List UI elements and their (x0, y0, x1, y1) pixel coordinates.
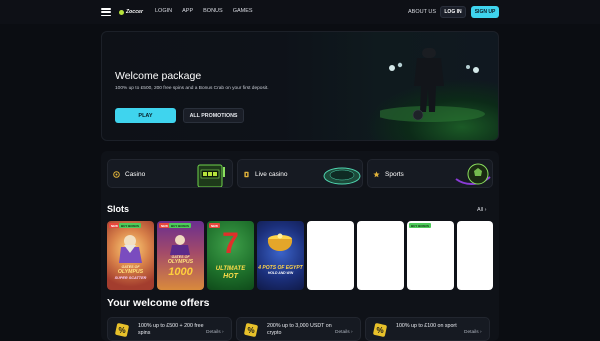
category-sports[interactable]: Sports (367, 159, 493, 188)
percent-icon: % (244, 323, 258, 337)
nav-app[interactable]: APP (182, 8, 193, 14)
buy-bonus-badge: BUY BONUS (169, 223, 191, 228)
signup-button[interactable]: SIGN UP (471, 6, 499, 18)
chevron-right-icon: › (351, 330, 353, 335)
offer-details-link[interactable]: Details › (206, 330, 224, 335)
main-nav: LOGIN APP BONUS GAMES (155, 8, 253, 14)
details-label: Details (335, 330, 350, 335)
chevron-right-icon: › (222, 330, 224, 335)
svg-text:%: % (118, 326, 125, 335)
zeus-figure-image (119, 235, 142, 263)
buy-bonus-badge: BUY BONUS (409, 223, 431, 228)
live-casino-icon (244, 171, 249, 178)
game-title-line: 1000 (168, 266, 193, 278)
details-label: Details (464, 330, 479, 335)
game-tile-placeholder[interactable] (457, 221, 493, 290)
details-label: Details (206, 330, 221, 335)
game-title-line: ULTIMATE (215, 266, 246, 272)
all-label: All (477, 207, 484, 213)
game-tile-placeholder[interactable]: BUY BONUS (407, 221, 454, 290)
offer-card[interactable]: % 200% up to 3,000 USDT on crypto Detail… (236, 317, 361, 341)
soccer-ball-image (455, 163, 491, 185)
stadium-player-image (380, 48, 485, 122)
offer-text: 100% up to £100 on sport (396, 323, 457, 329)
svg-text:%: % (247, 326, 254, 335)
slots-section-title: Slots (107, 204, 130, 214)
game-title-line: OLYMPUS (167, 259, 194, 265)
nav-games[interactable]: GAMES (233, 8, 253, 14)
roulette-table-image (323, 167, 361, 185)
game-tile-4-pots-of-egypt[interactable]: 4 POTS OF EGYPT HOLD AND WIN (257, 221, 304, 290)
offer-text: 100% up to £500 + 200 free spins (138, 323, 204, 336)
about-us-link[interactable]: ABOUT US (408, 9, 436, 15)
offer-card[interactable]: % 100% up to £100 on sport Details › (365, 317, 490, 341)
offer-card[interactable]: % 100% up to £500 + 200 free spins Detai… (107, 317, 232, 341)
chevron-right-icon: › (484, 207, 487, 213)
game-tile-placeholder[interactable] (307, 221, 354, 290)
category-live-casino[interactable]: Live casino (237, 159, 363, 188)
top-navigation-bar: Zoccer LOGIN APP BONUS GAMES ABOUT US LO… (0, 0, 600, 24)
welcome-banner: Welcome package 100% up to £500, 200 fre… (101, 31, 499, 141)
category-label: Sports (385, 171, 404, 178)
logo-text: Zoccer (126, 9, 143, 15)
category-casino[interactable]: Casino (107, 159, 233, 188)
category-label: Casino (125, 171, 146, 178)
content-panel: Casino Live casino Sports Slots All › NE… (101, 151, 499, 341)
game-tile-placeholder[interactable] (357, 221, 404, 290)
percent-icon: % (115, 323, 129, 337)
game-title-line: 7 (222, 227, 239, 260)
game-title-line: OLYMPUS (117, 269, 144, 275)
game-title-line: HOLD AND WIN (267, 271, 294, 275)
percent-icon: % (373, 323, 387, 337)
menu-icon[interactable] (101, 8, 111, 16)
all-promotions-button[interactable]: ALL PROMOTIONS (183, 108, 244, 123)
category-label: Live casino (255, 171, 288, 178)
sports-icon (373, 171, 380, 178)
game-tile-gates-of-olympus-super-scatter[interactable]: NEW BUY BONUS GATES OF OLYMPUS SUPER SCA… (107, 221, 154, 290)
offers-section-title: Your welcome offers (107, 297, 210, 309)
hero-subtitle: 100% up to £500, 200 free spins and a Bo… (115, 86, 269, 91)
svg-text:%: % (376, 326, 383, 335)
game-tile-ultimate-hot[interactable]: NEW 7 ULTIMATE HOT (207, 221, 254, 290)
game-tile-gates-of-olympus-1000[interactable]: NEW BUY BONUS GATES OF OLYMPUS 1000 (157, 221, 204, 290)
zeus-figure-image (170, 235, 190, 255)
game-title-line: SUPER SCATTER (114, 276, 147, 280)
play-button[interactable]: PLAY (115, 108, 176, 123)
login-button[interactable]: LOG IN (440, 6, 466, 18)
slots-all-link[interactable]: All › (477, 207, 487, 213)
game-title-line: HOT (223, 273, 238, 280)
hero-title: Welcome package (115, 70, 202, 82)
logo[interactable]: Zoccer (119, 9, 143, 15)
offer-details-link[interactable]: Details › (464, 330, 482, 335)
nav-login[interactable]: LOGIN (155, 8, 172, 14)
buy-bonus-badge: BUY BONUS (119, 223, 141, 228)
logo-mark-icon (119, 9, 124, 15)
chevron-right-icon: › (480, 330, 482, 335)
slot-machine-image (197, 164, 225, 187)
nav-bonus[interactable]: BONUS (203, 8, 223, 14)
casino-icon (113, 171, 120, 178)
gold-pot-image (267, 233, 293, 251)
offer-details-link[interactable]: Details › (335, 330, 353, 335)
offer-text: 200% up to 3,000 USDT on crypto (267, 323, 332, 336)
